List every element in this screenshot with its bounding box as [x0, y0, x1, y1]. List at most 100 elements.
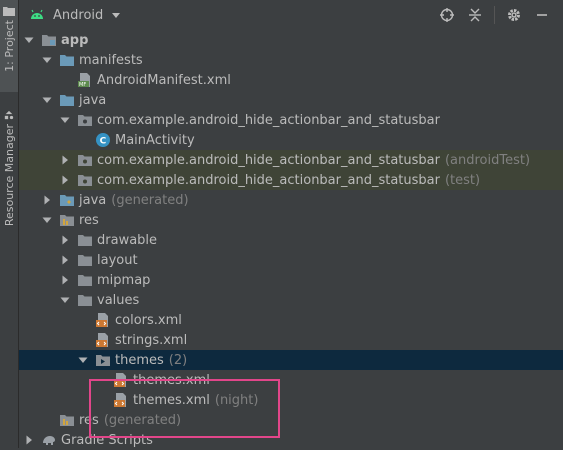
gradle-elephant-icon — [41, 432, 57, 448]
resource-folder-icon — [59, 412, 75, 428]
tree-row-manifests[interactable]: manifests — [19, 50, 563, 70]
chevron-right-icon[interactable] — [41, 194, 53, 206]
class-icon: C — [95, 132, 111, 148]
resource-manager-icon — [4, 110, 14, 120]
tree-label: layout — [97, 252, 138, 268]
minimize-icon — [537, 14, 547, 16]
chevron-right-icon[interactable] — [59, 174, 71, 186]
tree-suffix: (androidTest) — [444, 152, 531, 168]
tree-label: java — [79, 192, 107, 208]
folder-icon — [77, 232, 93, 248]
tree-label: mipmap — [97, 272, 151, 288]
settings-button[interactable] — [505, 6, 523, 24]
tree-row-mipmap[interactable]: mipmap — [19, 270, 563, 290]
tree-row-mainactivity[interactable]: C MainActivity — [19, 130, 563, 150]
tree-row-themes-xml-night[interactable]: themes.xml (night) — [19, 390, 563, 410]
resource-folder-icon — [59, 212, 75, 228]
project-panel-header: Android — [19, 0, 563, 30]
folder-icon — [59, 92, 75, 108]
chevron-down-icon[interactable] — [59, 114, 71, 126]
tree-label: themes.xml — [133, 392, 210, 408]
tree-row-res-generated[interactable]: res (generated) — [19, 410, 563, 430]
chevron-down-icon[interactable] — [77, 354, 89, 366]
folder-icon — [3, 7, 15, 16]
tree-row-colors-xml[interactable]: colors.xml — [19, 310, 563, 330]
resource-manager-tab-label: Resource Manager — [2, 124, 16, 227]
toolbar-divider — [494, 6, 495, 24]
resource-manager-tool-tab[interactable]: Resource Manager — [0, 104, 18, 234]
hide-button[interactable] — [533, 6, 551, 24]
tree-label: manifests — [79, 52, 143, 68]
tree-label: values — [97, 292, 140, 308]
chevron-down-icon[interactable] — [59, 294, 71, 306]
chevron-down-icon[interactable] — [41, 54, 53, 66]
crosshair-icon — [440, 8, 454, 22]
tree-label: colors.xml — [115, 312, 182, 328]
project-tab-label: 1: Project — [2, 20, 16, 72]
collapse-all-button[interactable] — [466, 6, 484, 24]
chevron-right-icon[interactable] — [23, 434, 35, 446]
project-tree: app manifests MF AndroidManifest.xml jav… — [19, 30, 563, 448]
tree-label: MainActivity — [115, 132, 195, 148]
tree-label: com.example.android_hide_actionbar_and_s… — [97, 112, 440, 128]
view-selector-label[interactable]: Android — [53, 8, 103, 23]
tree-row-strings-xml[interactable]: strings.xml — [19, 330, 563, 350]
manifest-file-icon: MF — [77, 72, 93, 88]
chevron-down-icon[interactable] — [41, 94, 53, 106]
chevron-down-icon[interactable] — [41, 214, 53, 226]
tree-row-themes-group[interactable]: themes (2) — [19, 350, 563, 370]
tree-row-java-generated[interactable]: java (generated) — [19, 190, 563, 210]
tree-row-res[interactable]: res — [19, 210, 563, 230]
chevron-right-icon[interactable] — [59, 254, 71, 266]
svg-text:MF: MF — [79, 82, 86, 88]
tree-row-drawable[interactable]: drawable — [19, 230, 563, 250]
package-icon — [77, 172, 93, 188]
generated-folder-icon — [59, 192, 75, 208]
chevron-down-icon[interactable] — [23, 34, 35, 46]
tree-label: res — [79, 412, 99, 428]
tree-label: com.example.android_hide_actionbar_and_s… — [97, 172, 440, 188]
tree-suffix: (generated) — [103, 412, 182, 428]
folder-icon — [77, 292, 93, 308]
tree-suffix: (night) — [214, 392, 259, 408]
project-tool-tab[interactable]: 1: Project — [0, 0, 18, 92]
package-icon — [77, 112, 93, 128]
tree-row-values[interactable]: values — [19, 290, 563, 310]
xml-file-icon — [95, 332, 111, 348]
tree-row-package-test[interactable]: com.example.android_hide_actionbar_and_s… — [19, 170, 563, 190]
locate-button[interactable] — [438, 6, 456, 24]
chevron-down-icon[interactable] — [111, 10, 121, 20]
module-folder-icon — [41, 32, 57, 48]
tree-label: themes — [115, 352, 164, 368]
tree-suffix: (2) — [168, 352, 188, 368]
chevron-right-icon[interactable] — [59, 154, 71, 166]
tree-label: strings.xml — [115, 332, 188, 348]
collapse-all-icon — [469, 8, 481, 22]
tree-suffix: (generated) — [111, 192, 189, 208]
xml-file-icon — [113, 392, 129, 408]
tree-row-gradle-scripts[interactable]: Gradle Scripts — [19, 430, 563, 450]
chevron-right-icon[interactable] — [59, 234, 71, 246]
tree-label: AndroidManifest.xml — [97, 72, 231, 88]
tree-label: drawable — [97, 232, 158, 248]
tree-label: themes.xml — [133, 372, 210, 388]
tree-row-themes-xml[interactable]: themes.xml — [19, 370, 563, 390]
tree-row-package-main[interactable]: com.example.android_hide_actionbar_and_s… — [19, 110, 563, 130]
left-tool-strip: 1: Project Resource Manager — [0, 0, 19, 448]
tree-row-androidmanifest[interactable]: MF AndroidManifest.xml — [19, 70, 563, 90]
tree-row-java[interactable]: java — [19, 90, 563, 110]
resource-group-folder-icon — [95, 352, 111, 368]
tree-row-package-androidtest[interactable]: com.example.android_hide_actionbar_and_s… — [19, 150, 563, 170]
chevron-right-icon[interactable] — [59, 274, 71, 286]
folder-icon — [59, 52, 75, 68]
tree-label: app — [61, 32, 89, 48]
tree-label: res — [79, 212, 99, 228]
tree-row-app[interactable]: app — [19, 30, 563, 50]
folder-icon — [77, 272, 93, 288]
xml-file-icon — [95, 312, 111, 328]
tree-row-layout[interactable]: layout — [19, 250, 563, 270]
tree-label: com.example.android_hide_actionbar_and_s… — [97, 152, 440, 168]
android-icon — [31, 9, 43, 19]
header-toolbar — [438, 0, 551, 30]
package-icon — [77, 152, 93, 168]
